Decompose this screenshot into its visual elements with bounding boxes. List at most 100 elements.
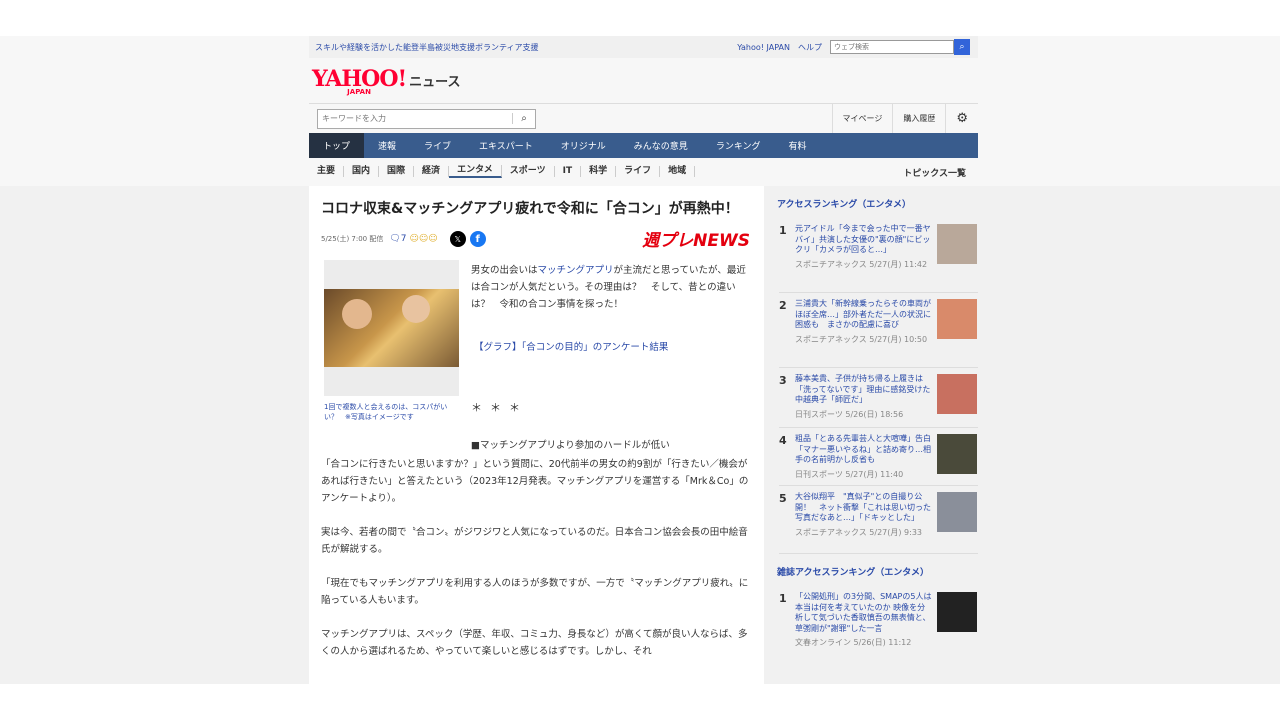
rank-source: 日刊スポーツ 5/27(月) 11:40 — [795, 469, 904, 479]
rank-number: 5 — [779, 492, 787, 505]
rank-number: 2 — [779, 299, 787, 312]
rank-text: 「公開処刑」の3分間、SMAPの5人は本当は何を考えていたのか 映像を分析して気… — [795, 592, 933, 661]
yahoo-logo[interactable]: YAHOO! JAPAN — [312, 66, 407, 96]
search-icon[interactable]: ⌕ — [512, 113, 535, 124]
nav-tab-expert[interactable]: エキスパート — [465, 133, 547, 158]
logo-row: YAHOO! JAPAN ニュース — [309, 58, 978, 103]
rank-number: 1 — [779, 592, 787, 605]
rank-source: 文春オンライン 5/26(日) 11:12 — [795, 638, 912, 647]
help-link[interactable]: ヘルプ — [798, 42, 822, 53]
subnav-main[interactable]: 主要 — [309, 166, 345, 177]
paragraph: マッチングアプリは、スペック（学歴、年収、コミュ力、身長など）が高くて顔が良い人… — [321, 629, 748, 657]
lead-text-1: 男女の出会いは — [471, 265, 538, 276]
paragraph: 実は今、若者の間で〝合コン〟がジワジワと人気になっているのだ。日本合コン協会会長… — [321, 527, 748, 555]
nav-tab-live[interactable]: ライブ — [410, 133, 465, 158]
rank-source: スポニチアネックス 5/27(月) 9:33 — [795, 527, 923, 537]
photo-caption[interactable]: 1回で複数人と会えるのは、コスパがいい？ ※写真はイメージです — [324, 402, 459, 422]
rank-number: 3 — [779, 374, 787, 387]
sidebar: アクセスランキング（エンタメ） 1 元アイドル「今まで会った中で一番ヤバイ」共演… — [767, 186, 978, 684]
ranking-item[interactable]: 4 粗品「とある先輩芸人と大喧嘩」告白「マナー悪いやるね」と詰め寄り…相手の名前… — [779, 428, 978, 486]
rank-headline: 三浦貴大「新幹線乗ったらその車両がほぼ全席…」部外者ただ一人の状況に困惑も まさ… — [795, 299, 931, 329]
keyword-search: ⌕ — [317, 108, 536, 129]
nav-tab-top[interactable]: トップ — [309, 133, 365, 158]
rank-text: 粗品「とある先輩芸人と大喧嘩」告白「マナー悪いやるね」と詰め寄り…相手の名前明か… — [795, 434, 933, 485]
promo-link[interactable]: スキルや経験を活かした能登半島被災地支援ボランティア支援 — [315, 42, 737, 53]
keyword-input[interactable] — [318, 110, 512, 127]
magazine-ranking-title[interactable]: 雑誌アクセスランキング（エンタメ） — [777, 565, 978, 578]
lead-link[interactable]: マッチングアプリ — [538, 265, 614, 276]
search-icon[interactable]: ⌕ — [954, 39, 970, 55]
rank-headline: 元アイドル「今まで会った中で一番ヤバイ」共演した女優の"裏の顔"にビックリ「カメ… — [795, 224, 931, 254]
yahoo-japan-link[interactable]: Yahoo! JAPAN — [737, 43, 790, 52]
topics-all-link[interactable]: トピックス一覧 — [903, 166, 966, 179]
nav-tab-paid[interactable]: 有料 — [775, 133, 821, 158]
rank-text: 三浦貴大「新幹線乗ったらその車両がほぼ全席…」部外者ただ一人の状況に困惑も まさ… — [795, 299, 933, 367]
nav-tab-breaking[interactable]: 速報 — [364, 133, 410, 158]
ranking-item[interactable]: 5 大谷似翔平 "真似子"との自撮り公開！ ネット衝撃「これは思い切った写真だな… — [779, 486, 978, 554]
article: コロナ収束&マッチングアプリ疲れで令和に「合コン」が再熱中！ 5/25(土) 7… — [309, 186, 764, 684]
rank-thumbnail — [937, 224, 977, 264]
ranking-title[interactable]: アクセスランキング（エンタメ） — [777, 197, 978, 210]
article-photo[interactable] — [324, 260, 459, 396]
rank-thumbnail — [937, 299, 977, 339]
section-separator: ＊＊＊ — [471, 401, 528, 414]
photo-image — [324, 289, 459, 367]
rank-number: 1 — [779, 224, 787, 237]
rank-text: 元アイドル「今まで会った中で一番ヤバイ」共演した女優の"裏の顔"にビックリ「カメ… — [795, 224, 933, 292]
subnav-entertainment[interactable]: エンタメ — [449, 165, 502, 178]
photo-person — [342, 299, 372, 329]
gear-icon[interactable]: ⚙ — [945, 104, 978, 133]
rank-thumbnail — [937, 434, 977, 474]
history-link[interactable]: 購入履歴 — [892, 104, 945, 133]
sub-nav: 主要 国内 国際 経済 エンタメ スポーツ IT 科学 ライフ 地域 トピックス… — [309, 158, 978, 185]
subnav-economy[interactable]: 経済 — [414, 166, 450, 177]
nav-tab-ranking[interactable]: ランキング — [702, 133, 775, 158]
article-date: 5/25(土) 7:00 配信 — [321, 235, 384, 243]
rank-headline: 粗品「とある先輩芸人と大喧嘩」告白「マナー悪いやるね」と詰め寄り…相手の名前明か… — [795, 434, 931, 464]
rank-text: 藤本美貴、子供が持ち帰る上履きは「洗ってないです」理由に感銘受けた中越典子「師匠… — [795, 374, 933, 427]
rank-thumbnail — [937, 492, 977, 532]
nav-tab-original[interactable]: オリジナル — [547, 133, 620, 158]
subnav-it[interactable]: IT — [555, 166, 582, 177]
rank-source: スポニチアネックス 5/27(月) 11:42 — [795, 259, 928, 269]
comment-count[interactable]: 🗨7 — [389, 234, 406, 244]
mypage-link[interactable]: マイページ — [831, 104, 893, 133]
subnav-world[interactable]: 国際 — [379, 166, 415, 177]
ranking-item[interactable]: 1 元アイドル「今まで会った中で一番ヤバイ」共演した女優の"裏の顔"にビックリ「… — [779, 218, 978, 293]
rank-source: スポニチアネックス 5/27(月) 10:50 — [795, 334, 928, 344]
x-share-icon[interactable]: 𝕏 — [449, 231, 466, 247]
paragraph: 「現在でもマッチングアプリを利用する人のほうが多数ですが、一方で〝マッチングアプ… — [321, 578, 749, 606]
section-heading: ■マッチングアプリより参加のハードルが低い — [471, 440, 670, 451]
web-search: ⌕ — [830, 39, 970, 55]
rank-headline: 「公開処刑」の3分間、SMAPの5人は本当は何を考えていたのか 映像を分析して気… — [795, 592, 932, 633]
rank-source: 日刊スポーツ 5/26(日) 18:56 — [795, 409, 904, 419]
subnav-domestic[interactable]: 国内 — [344, 166, 380, 177]
utility-bar: スキルや経験を活かした能登半島被災地支援ボランティア支援 Yahoo! JAPA… — [309, 36, 978, 58]
article-lead: 男女の出会いはマッチングアプリが主流だと思っていたが、最近は合コンが人気だという… — [471, 262, 751, 313]
account-links: マイページ 購入履歴 ⚙ — [831, 104, 979, 133]
publisher-logo[interactable]: 週プレNEWS — [642, 226, 750, 251]
rank-thumbnail — [937, 592, 977, 632]
subnav-life[interactable]: ライフ — [616, 166, 661, 177]
facebook-share-icon[interactable]: f — [469, 231, 486, 247]
logo-news-text[interactable]: ニュース — [409, 71, 460, 90]
comment-count-value: 7 — [400, 234, 407, 244]
web-search-input[interactable] — [830, 40, 954, 54]
subnav-sports[interactable]: スポーツ — [502, 166, 555, 177]
magazine-ranking-item[interactable]: 1 「公開処刑」の3分間、SMAPの5人は本当は何を考えていたのか 映像を分析し… — [779, 586, 978, 661]
nav-tab-opinions[interactable]: みんなの意見 — [620, 133, 702, 158]
article-body: 「合コンに行きたいと思いますか？」という質問に、20代前半の男女の約9割が「行き… — [321, 456, 753, 677]
subnav-science[interactable]: 科学 — [581, 166, 617, 177]
graph-link[interactable]: 【グラフ】「合コンの目的」のアンケート結果 — [474, 339, 668, 353]
ranking-item[interactable]: 3 藤本美貴、子供が持ち帰る上履きは「洗ってないです」理由に感銘受けた中越典子「… — [779, 368, 978, 428]
rank-headline: 藤本美貴、子供が持ち帰る上履きは「洗ってないです」理由に感銘受けた中越典子「師匠… — [795, 374, 931, 404]
bottom-area — [0, 684, 1280, 720]
keyword-search-bar: ⌕ マイページ 購入履歴 ⚙ — [309, 103, 978, 133]
reaction-icons[interactable]: ☺☺☺ — [410, 234, 438, 244]
ranking-item[interactable]: 2 三浦貴大「新幹線乗ったらその車両がほぼ全席…」部外者ただ一人の状況に困惑も … — [779, 293, 978, 368]
article-figure: 1回で複数人と会えるのは、コスパがいい？ ※写真はイメージです — [324, 260, 459, 422]
rank-number: 4 — [779, 434, 787, 447]
browser-top-area — [0, 0, 1280, 37]
subnav-local[interactable]: 地域 — [660, 166, 696, 177]
rank-headline: 大谷似翔平 "真似子"との自撮り公開！ ネット衝撃「これは思い切った写真だなあと… — [795, 492, 931, 522]
